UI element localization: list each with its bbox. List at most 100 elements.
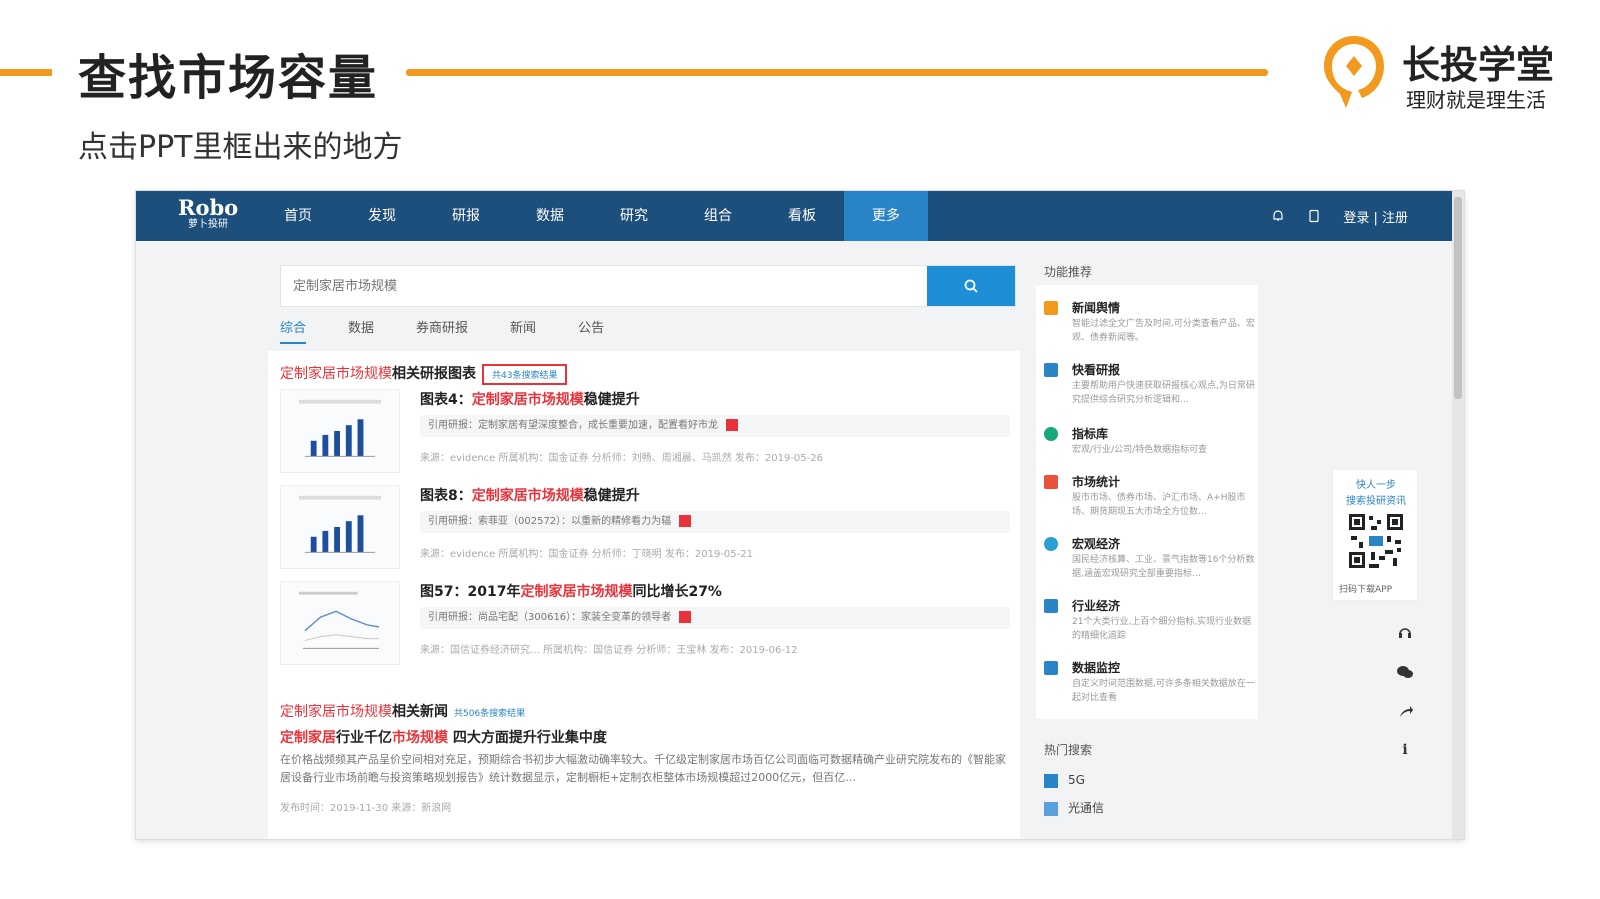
chart-pie-icon	[1044, 427, 1058, 441]
report-meta: 来源：国信证券经济研究… 所属机构：国信证券 分析师：王宝林 发布：2019-0…	[420, 645, 798, 656]
features-label: 功能推荐	[1044, 265, 1093, 279]
wechat-icon[interactable]	[1396, 663, 1414, 681]
pdf-icon[interactable]	[679, 515, 692, 527]
feature-title: 指标库	[1072, 427, 1109, 441]
tab-news[interactable]: 新闻	[510, 317, 536, 344]
cited-report[interactable]: 引用研报：尚品宅配（300616）：家装全变革的领导者	[420, 607, 1010, 629]
feature-title: 快看研报	[1072, 363, 1121, 377]
headset-icon[interactable]	[1396, 623, 1414, 641]
report-title[interactable]: 图表4：定制家居市场规模稳健提升	[420, 389, 640, 409]
monitor-icon	[1044, 661, 1058, 675]
robo-logo[interactable]: Robo 萝卜投研	[178, 197, 238, 231]
report-title[interactable]: 图57：2017年定制家居市场规模同比增长27%	[420, 581, 722, 601]
report-chart-item[interactable]: 图表8：定制家居市场规模稳健提升 引用研报：索菲亚（002572）：以重新的精修…	[280, 485, 1010, 575]
title-keyword: 定制家居市场规模	[471, 392, 584, 408]
nav-item-dashboard[interactable]: 看板	[760, 191, 844, 241]
feature-desc: 股市市场、债券市场、沪汇市场、A+H股市场、期货期现五大市场全方位数…	[1072, 493, 1246, 517]
result-count-link-highlighted[interactable]: 共43条搜索结果	[482, 363, 568, 385]
hot-search-label: 热门搜索	[1044, 743, 1093, 757]
pdf-icon[interactable]	[726, 419, 738, 431]
tab-broker-reports[interactable]: 券商研报	[416, 317, 468, 344]
title-accent-line-left	[0, 69, 52, 76]
feature-title: 行业经济	[1072, 599, 1121, 613]
cite-text: 引用研报：尚品宅配（300616）：家装全变革的领导者	[428, 612, 672, 623]
login-register-link[interactable]: 登录 | 注册	[1343, 207, 1408, 226]
news-snippet: 在价格战频频其产品呈价空间相对充足，预期综合书初步大幅激动确率较大。千亿级定制家…	[280, 753, 1006, 784]
feature-desc: 宏观/行业/公司/特色数据指标可查	[1072, 445, 1208, 455]
share-icon[interactable]	[1396, 703, 1414, 721]
feature-desc: 智能过滤全文广告及时间,可分类查看产品、宏观、债券新闻等。	[1072, 319, 1255, 343]
news-icon	[1044, 301, 1058, 315]
nav-item-discover[interactable]: 发现	[340, 191, 424, 241]
app-screenshot: Robo 萝卜投研 首页 发现 研报 数据 研究 组合 看板 更多 登录 | 注…	[135, 190, 1465, 840]
nav-item-portfolio[interactable]: 组合	[676, 191, 760, 241]
report-meta: 来源：evidence 所属机构：国金证券 分析师：刘畅、周湘晨、马凯然 发布：…	[420, 453, 823, 464]
tablet-icon[interactable]	[1307, 209, 1321, 223]
news-section-header: 定制家居市场规模相关新闻 共506条搜索结果	[280, 701, 525, 721]
cited-report[interactable]: 引用研报：定制家居有望深度整合，成长重要加速，配置看好市龙	[420, 415, 1010, 437]
news-title-mid: 行业千亿	[336, 730, 392, 746]
tab-all[interactable]: 综合	[280, 317, 307, 344]
hot-search-item[interactable]: 光通信	[1044, 799, 1104, 816]
search-tabs: 综合 数据 券商研报 新闻 公告	[280, 317, 646, 344]
feature-desc: 主要帮助用户快速获取研报核心观点,为日常研究提供综合研究分析逻辑和…	[1072, 381, 1255, 405]
report-icon	[1044, 363, 1058, 377]
report-chart-item[interactable]: 图57：2017年定制家居市场规模同比增长27% 引用研报：尚品宅配（30061…	[280, 581, 1010, 671]
globe-icon	[1044, 537, 1058, 551]
bell-icon[interactable]	[1271, 209, 1285, 223]
chart-thumbnail[interactable]	[280, 389, 400, 473]
nav-item-more[interactable]: 更多	[844, 191, 928, 241]
feature-desc: 国民经济核算、工业、景气指数等16个分析数据,涵盖宏观研究全部重要指标…	[1072, 555, 1255, 579]
tab-data[interactable]: 数据	[348, 317, 374, 344]
section-keyword: 定制家居市场规模	[280, 704, 392, 720]
bulb-logo-icon	[1324, 36, 1384, 108]
news-title[interactable]: 定制家居行业千亿市场规模 四大方面提升行业集中度	[280, 727, 607, 747]
chart-thumbnail[interactable]	[280, 581, 400, 665]
qr-line1: 快人一步	[1356, 480, 1396, 491]
nav-item-data[interactable]: 数据	[508, 191, 592, 241]
search-button[interactable]	[927, 266, 1015, 306]
report-chart-item[interactable]: 图表4：定制家居市场规模稳健提升 引用研报：定制家居有望深度整合，成长重要加速，…	[280, 389, 1010, 479]
top-nav: Robo 萝卜投研 首页 发现 研报 数据 研究 组合 看板 更多 登录 | 注…	[136, 191, 1454, 241]
nav-item-home[interactable]: 首页	[256, 191, 340, 241]
report-meta: 来源：evidence 所属机构：国金证券 分析师：丁晓明 发布：2019-05…	[420, 549, 753, 560]
title-accent-line	[406, 69, 1268, 76]
tab-announcements[interactable]: 公告	[578, 317, 604, 344]
title-keyword: 定制家居市场规模	[520, 584, 633, 600]
report-title[interactable]: 图表8：定制家居市场规模稳健提升	[420, 485, 640, 505]
scrollbar[interactable]	[1452, 191, 1464, 839]
news-result-count-link[interactable]: 共506条搜索结果	[454, 709, 525, 719]
nav-menu: 首页 发现 研报 数据 研究 组合 看板 更多	[256, 191, 928, 241]
cite-text: 引用研报：定制家居有望深度整合，成长重要加速，配置看好市龙	[428, 420, 718, 431]
nav-item-reports[interactable]: 研报	[424, 191, 508, 241]
feature-desc: 21个大类行业,上百个细分指标,实现行业数据的精细化追踪	[1072, 617, 1252, 641]
info-icon[interactable]: i	[1396, 741, 1414, 759]
brand: 长投学堂 理财就是理生活	[1318, 32, 1588, 112]
search-input[interactable]	[281, 266, 921, 306]
section-suffix: 相关研报图表	[392, 366, 476, 382]
app-download-card[interactable]: 快人一步 搜索投研资讯 扫码下载APP	[1332, 469, 1418, 601]
pdf-icon[interactable]	[679, 611, 692, 623]
logo-subtext: 萝卜投研	[188, 219, 228, 230]
brand-slogan: 理财就是理生活	[1406, 88, 1546, 112]
feature-title: 市场统计	[1072, 475, 1121, 489]
qr-line2: 搜索投研资讯	[1346, 496, 1406, 507]
title-suffix: 稳健提升	[583, 488, 640, 504]
title-suffix: 同比增长27%	[632, 584, 722, 600]
section-keyword: 定制家居市场规模	[280, 366, 392, 382]
news-title-keyword: 定制家居	[280, 730, 336, 746]
results-panel: 定制家居市场规模相关研报图表 共43条搜索结果 图表4：定制家居市场规模稳健提升 …	[268, 351, 1020, 839]
logo-text: Robo	[178, 195, 239, 220]
slide-subtitle: 点击PPT里框出来的地方	[78, 130, 403, 165]
hot-search-text: 光通信	[1068, 801, 1105, 815]
news-title-keyword: 市场规模	[392, 730, 448, 746]
cited-report[interactable]: 引用研报：索菲亚（002572）：以重新的精修看力为辐	[420, 511, 1010, 533]
hot-search-item[interactable]: 5G	[1044, 773, 1085, 788]
scrollbar-thumb[interactable]	[1454, 197, 1462, 399]
news-title-suffix: 四大方面提升行业集中度	[448, 730, 607, 746]
hot-rank-icon	[1044, 773, 1058, 788]
hot-search-text: 5G	[1068, 773, 1085, 787]
feature-desc: 自定义时间范围数据,可许多条相关数据放在一起对比查看	[1072, 679, 1255, 703]
nav-item-research[interactable]: 研究	[592, 191, 676, 241]
chart-thumbnail[interactable]	[280, 485, 400, 569]
